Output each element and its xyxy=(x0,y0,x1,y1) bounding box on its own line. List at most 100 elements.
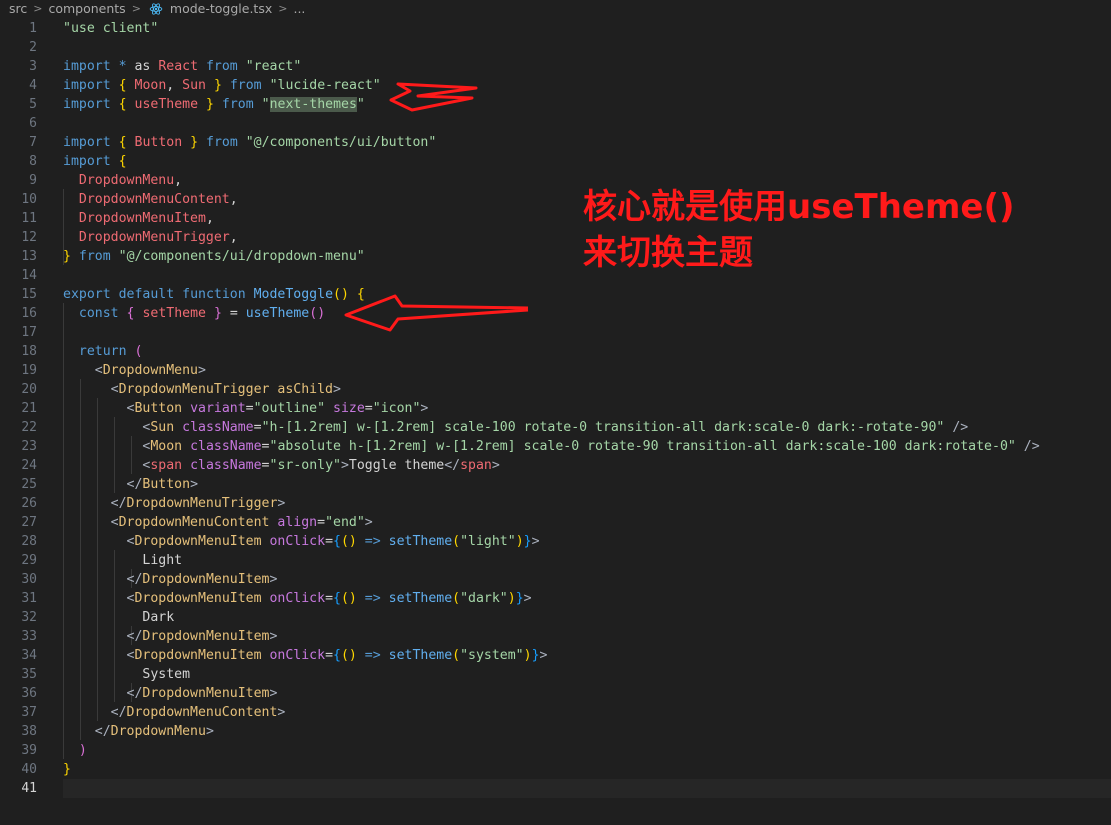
code-line[interactable]: 40} xyxy=(0,760,1111,779)
code-line[interactable]: 35 System xyxy=(0,665,1111,684)
line-number[interactable]: 12 xyxy=(0,228,37,247)
code-line[interactable]: 4 import { Moon, Sun } from "lucide-react… xyxy=(0,76,1111,95)
code-token: => xyxy=(356,648,389,663)
code-token: ( xyxy=(452,591,461,606)
code-token: className xyxy=(182,420,254,435)
code-line[interactable]: 8 import { xyxy=(0,152,1111,171)
line-number[interactable]: 2 xyxy=(0,38,37,57)
line-number[interactable]: 26 xyxy=(0,494,37,513)
code-line[interactable]: 21 <Button variant="outline" size="icon"… xyxy=(0,399,1111,418)
code-line[interactable]: 39 ) xyxy=(0,741,1111,760)
code-token: "lucide-react" xyxy=(269,78,381,93)
line-number[interactable]: 5 xyxy=(0,95,37,114)
code-line[interactable]: 29 Light xyxy=(0,551,1111,570)
code-line[interactable]: 38 </DropdownMenu> xyxy=(0,722,1111,741)
code-line[interactable]: 7 import { Button } from "@/components/ui… xyxy=(0,133,1111,152)
line-number[interactable]: 19 xyxy=(0,361,37,380)
line-number[interactable]: 25 xyxy=(0,475,37,494)
code-token: DropdownMenu xyxy=(102,363,198,378)
line-number[interactable]: 41 xyxy=(0,779,37,798)
code-line[interactable]: 3 import * as React from "react" xyxy=(0,57,1111,76)
code-token: ModeToggle xyxy=(253,287,334,302)
code-line[interactable]: 15 export default function ModeToggle() { xyxy=(0,285,1111,304)
line-number[interactable]: 34 xyxy=(0,646,37,665)
code-line[interactable]: 26 </DropdownMenuTrigger> xyxy=(0,494,1111,513)
code-editor[interactable]: 1 "use client" 2 3 import * as React from "r… xyxy=(0,18,1111,825)
line-number[interactable]: 31 xyxy=(0,589,37,608)
code-line[interactable]: 33 </DropdownMenuItem> xyxy=(0,627,1111,646)
line-number[interactable]: 36 xyxy=(0,684,37,703)
line-number[interactable]: 15 xyxy=(0,285,37,304)
code-text: DropdownMenuContent, xyxy=(63,190,238,209)
code-line[interactable]: 23 <Moon className="absolute h-[1.2rem] … xyxy=(0,437,1111,456)
line-number[interactable]: 21 xyxy=(0,399,37,418)
line-number[interactable]: 33 xyxy=(0,627,37,646)
code-line[interactable]: 17 xyxy=(0,323,1111,342)
line-number[interactable]: 32 xyxy=(0,608,37,627)
code-line[interactable]: 30 </DropdownMenuItem> xyxy=(0,570,1111,589)
code-line[interactable]: 20 <DropdownMenuTrigger asChild> xyxy=(0,380,1111,399)
code-line[interactable]: 27 <DropdownMenuContent align="end"> xyxy=(0,513,1111,532)
line-number[interactable]: 22 xyxy=(0,418,37,437)
line-number[interactable]: 40 xyxy=(0,760,37,779)
line-number[interactable]: 9 xyxy=(0,171,37,190)
line-number[interactable]: 20 xyxy=(0,380,37,399)
code-token: = xyxy=(325,591,334,606)
code-line[interactable]: 28 <DropdownMenuItem onClick={() => setT… xyxy=(0,532,1111,551)
line-number[interactable]: 27 xyxy=(0,513,37,532)
line-number[interactable]: 16 xyxy=(0,304,37,323)
code-token: DropdownMenuItem xyxy=(134,591,262,606)
code-line[interactable]: 36 </DropdownMenuItem> xyxy=(0,684,1111,703)
breadcrumb-src[interactable]: src xyxy=(0,1,29,16)
line-number[interactable]: 1 xyxy=(0,19,37,38)
line-number[interactable]: 6 xyxy=(0,114,37,133)
annotation-line-1: 核心就是使用useTheme() xyxy=(583,187,1015,227)
line-number[interactable]: 4 xyxy=(0,76,37,95)
line-number[interactable]: 28 xyxy=(0,532,37,551)
line-number[interactable]: 35 xyxy=(0,665,37,684)
code-line[interactable]: 16 const { setTheme } = useTheme() xyxy=(0,304,1111,323)
line-number[interactable]: 11 xyxy=(0,209,37,228)
code-line[interactable]: 37 </DropdownMenuContent> xyxy=(0,703,1111,722)
code-token: < xyxy=(110,515,119,530)
code-line[interactable]: 1 "use client" xyxy=(0,19,1111,38)
code-line[interactable]: 6 xyxy=(0,114,1111,133)
code-line[interactable]: 25 </Button> xyxy=(0,475,1111,494)
line-number[interactable]: 37 xyxy=(0,703,37,722)
breadcrumb-file[interactable]: mode-toggle.tsx xyxy=(168,1,274,16)
line-number[interactable]: 14 xyxy=(0,266,37,285)
line-number[interactable]: 18 xyxy=(0,342,37,361)
code-line[interactable]: 2 xyxy=(0,38,1111,57)
code-token: = xyxy=(364,401,373,416)
code-token: } xyxy=(523,534,532,549)
code-line[interactable]: 24 <span className="sr-only">Toggle them… xyxy=(0,456,1111,475)
code-line[interactable]: 41 xyxy=(0,779,1111,798)
code-line[interactable]: 32 Dark xyxy=(0,608,1111,627)
line-number[interactable]: 13 xyxy=(0,247,37,266)
code-line[interactable]: 5 import { useTheme } from "next-themes" xyxy=(0,95,1111,114)
line-number[interactable]: 24 xyxy=(0,456,37,475)
line-number[interactable]: 30 xyxy=(0,570,37,589)
code-line[interactable]: 31 <DropdownMenuItem onClick={() => setT… xyxy=(0,589,1111,608)
line-number[interactable]: 8 xyxy=(0,152,37,171)
line-number[interactable]: 17 xyxy=(0,323,37,342)
code-token: span xyxy=(460,458,492,473)
code-line[interactable]: 18 return ( xyxy=(0,342,1111,361)
code-token: > xyxy=(269,686,278,701)
code-line[interactable]: 34 <DropdownMenuItem onClick={() => setT… xyxy=(0,646,1111,665)
line-number[interactable]: 10 xyxy=(0,190,37,209)
code-line[interactable]: 22 <Sun className="h-[1.2rem] w-[1.2rem]… xyxy=(0,418,1111,437)
line-number[interactable]: 29 xyxy=(0,551,37,570)
code-line[interactable]: 19 <DropdownMenu> xyxy=(0,361,1111,380)
breadcrumb-symbol[interactable]: ... xyxy=(291,1,307,16)
line-number[interactable]: 23 xyxy=(0,437,37,456)
line-number[interactable]: 38 xyxy=(0,722,37,741)
breadcrumb-components[interactable]: components xyxy=(46,1,127,16)
line-number[interactable]: 39 xyxy=(0,741,37,760)
line-number[interactable]: 7 xyxy=(0,133,37,152)
line-number[interactable]: 3 xyxy=(0,57,37,76)
